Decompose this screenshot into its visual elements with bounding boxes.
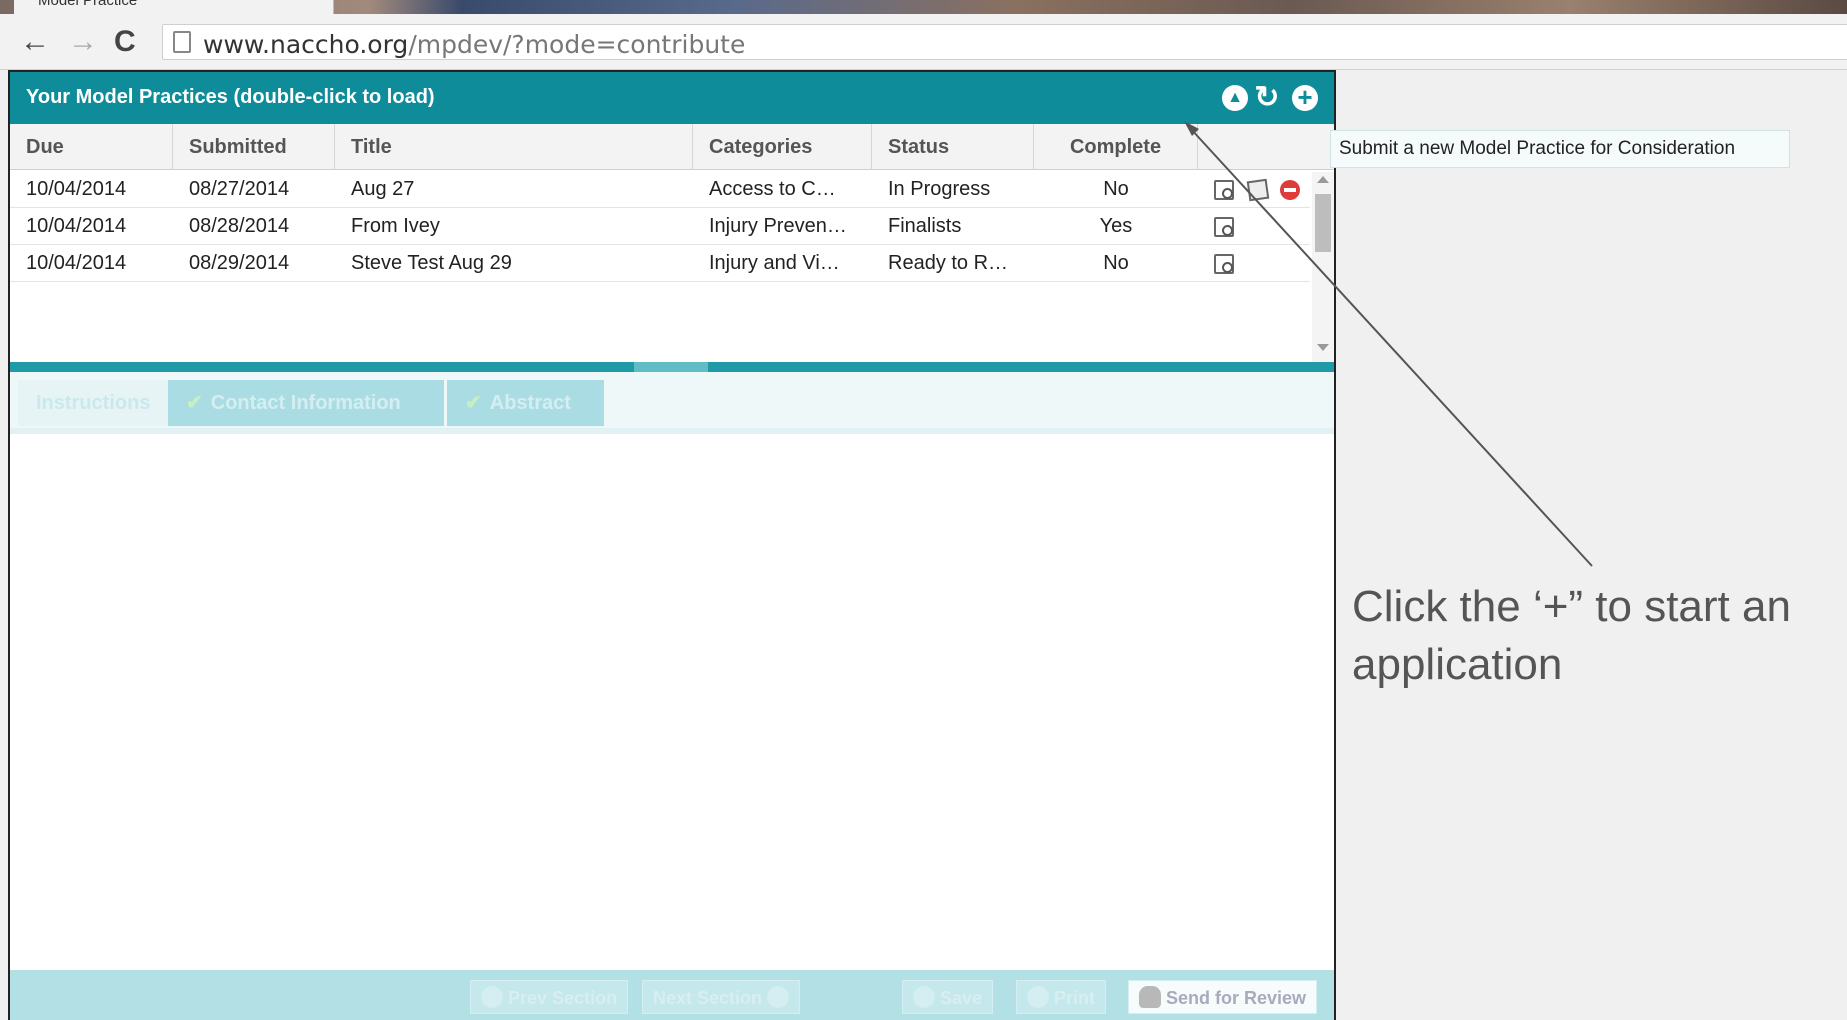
view-icon[interactable]: [1214, 180, 1234, 200]
column-complete[interactable]: Complete: [1034, 124, 1198, 170]
form-footer: Prev Section Next Section Save Print Sen…: [10, 970, 1334, 1020]
url-text[interactable]: www.naccho.org/mpdev/?mode=contribute: [203, 30, 745, 59]
cell-complete: No: [1103, 178, 1129, 200]
panel-splitter[interactable]: [10, 362, 1334, 372]
model-practices-panel: Your Model Practices (double-click to lo…: [8, 70, 1336, 1020]
grid-header: Due Submitted Title Categories Status Co…: [10, 124, 1334, 170]
arrow-left-icon: [481, 986, 503, 1009]
cell-title: Steve Test Aug 29: [351, 252, 512, 274]
instruction-callout: Click the ‘+” to start an application: [1352, 582, 1791, 689]
print-button[interactable]: Print: [1016, 980, 1107, 1014]
cell-due: 10/04/2014: [26, 215, 127, 237]
tab-instructions[interactable]: Instructions: [18, 380, 169, 426]
printer-icon: [1027, 986, 1049, 1009]
panel-header: Your Model Practices (double-click to lo…: [10, 70, 1334, 124]
tab-contact-label: Contact Information: [210, 392, 401, 414]
cell-due: 10/04/2014: [26, 252, 127, 274]
browser-tab-title: Model Practice: [38, 0, 138, 9]
save-label: Save: [940, 988, 983, 1008]
tab-abstract-label: Abstract: [489, 392, 571, 414]
check-icon: ✔: [186, 392, 203, 414]
cell-submitted: 08/29/2014: [189, 252, 290, 274]
add-icon[interactable]: +: [1292, 84, 1318, 111]
address-bar[interactable]: www.naccho.org/mpdev/?mode=contribute: [162, 24, 1847, 60]
tab-contact-information[interactable]: ✔ Contact Information: [168, 380, 444, 426]
table-row[interactable]: 10/04/2014 08/27/2014 Aug 27 Access to C…: [10, 171, 1310, 208]
cell-categories: Access to C…: [709, 178, 836, 200]
splitter-handle[interactable]: [634, 362, 708, 372]
cell-complete: No: [1103, 252, 1129, 274]
delete-icon[interactable]: [1280, 180, 1300, 200]
url-domain: www.naccho.org: [203, 30, 409, 59]
url-path: /mpdev/?mode=contribute: [408, 30, 746, 59]
add-tooltip: Submit a new Model Practice for Consider…: [1330, 130, 1790, 168]
cell-categories: Injury Preven…: [709, 215, 847, 237]
scroll-down-icon[interactable]: [1317, 344, 1329, 351]
browser-toolbar: ← → C www.naccho.org/mpdev/?mode=contrib…: [0, 14, 1847, 70]
edit-icon[interactable]: [1246, 178, 1270, 202]
cell-status: Finalists: [888, 215, 962, 237]
check-icon: ✔: [465, 392, 482, 414]
forward-arrow-icon[interactable]: →: [68, 27, 98, 57]
cloud-save-icon: [913, 986, 935, 1009]
cell-title: From Ivey: [351, 215, 440, 237]
page-icon: [173, 31, 191, 53]
cell-submitted: 08/27/2014: [189, 178, 290, 200]
user-icon: [1139, 986, 1161, 1009]
table-row[interactable]: 10/04/2014 08/29/2014 Steve Test Aug 29 …: [10, 245, 1310, 282]
column-title[interactable]: Title: [335, 124, 693, 170]
table-row[interactable]: 10/04/2014 08/28/2014 From Ivey Injury P…: [10, 208, 1310, 245]
view-icon[interactable]: [1214, 217, 1234, 237]
grid-scrollbar[interactable]: [1312, 172, 1334, 362]
cell-due: 10/04/2014: [26, 178, 127, 200]
collapse-icon[interactable]: ▲: [1222, 85, 1248, 111]
browser-tab[interactable]: Model Practice: [14, 0, 334, 14]
column-status[interactable]: Status: [872, 124, 1034, 170]
scroll-up-icon[interactable]: [1317, 176, 1329, 183]
refresh-icon[interactable]: ↻: [1254, 83, 1280, 113]
column-due[interactable]: Due: [10, 124, 173, 170]
prev-section-label: Prev Section: [508, 988, 618, 1008]
send-for-review-button[interactable]: Send for Review: [1128, 980, 1318, 1014]
scroll-thumb[interactable]: [1315, 194, 1331, 252]
column-submitted[interactable]: Submitted: [173, 124, 335, 170]
cell-submitted: 08/28/2014: [189, 215, 290, 237]
cell-status: Ready to R…: [888, 252, 1009, 274]
prev-section-button[interactable]: Prev Section: [470, 980, 629, 1014]
browser-tabstrip: Model Practice: [0, 0, 1847, 14]
next-section-label: Next Section: [653, 988, 763, 1008]
section-tabs: Instructions ✔ Contact Information ✔ Abstr…: [10, 372, 1334, 434]
tab-instructions-label: Instructions: [36, 392, 151, 414]
view-icon[interactable]: [1214, 254, 1234, 274]
next-section-button[interactable]: Next Section: [642, 980, 801, 1014]
back-arrow-icon[interactable]: ←: [20, 27, 50, 57]
column-categories[interactable]: Categories: [693, 124, 872, 170]
cell-categories: Injury and Vi…: [709, 252, 840, 274]
cell-complete: Yes: [1099, 215, 1133, 237]
arrow-right-icon: [767, 986, 790, 1009]
reload-icon[interactable]: C: [114, 27, 136, 57]
panel-title: Your Model Practices (double-click to lo…: [26, 86, 435, 108]
send-label: Send for Review: [1166, 988, 1307, 1008]
save-button[interactable]: Save: [902, 980, 994, 1014]
tab-abstract[interactable]: ✔ Abstract: [447, 380, 604, 426]
cell-status: In Progress: [888, 178, 991, 200]
cell-title: Aug 27: [351, 178, 415, 200]
print-label: Print: [1054, 988, 1096, 1008]
